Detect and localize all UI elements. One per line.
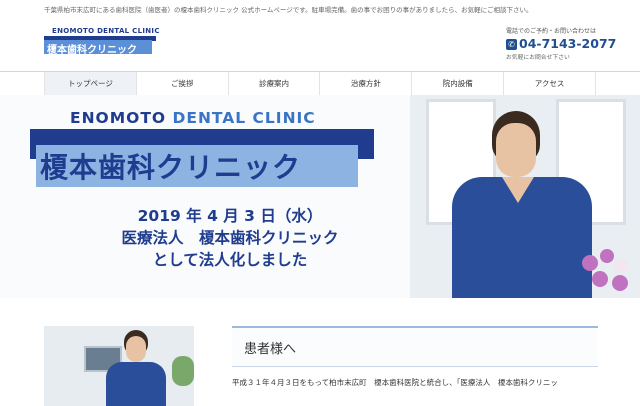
nav-item-policy[interactable]: 治療方針 [319, 72, 411, 96]
nav-item-greeting[interactable]: ご挨拶 [135, 72, 228, 96]
nav-item-top[interactable]: トップページ [44, 72, 136, 96]
nav-item-access[interactable]: アクセス [503, 72, 596, 96]
site-header: ENOMOTO DENTAL CLINIC 榎本歯科クリニック 電話でのご予約・… [0, 16, 640, 71]
doctor-thumbnail-photo [44, 326, 194, 406]
thumb-doctor-scrubs [106, 362, 166, 406]
hero-announcement: 2019 年 4 月 3 日（水） 医療法人 榎本歯科クリニック として法人化し… [40, 205, 420, 271]
notice-bottom-rule [232, 366, 598, 367]
hero-english-title: ENOMOTO DENTAL CLINIC [66, 109, 320, 127]
hero-banner: ENOMOTO DENTAL CLINIC 榎本歯科クリニック 2019 年 4… [0, 95, 640, 298]
phone-icon: ✆ [506, 39, 517, 50]
thumb-doctor-face [126, 336, 146, 362]
logo-english-text: ENOMOTO DENTAL CLINIC [52, 27, 160, 35]
notice-title: 患者様へ [232, 328, 598, 366]
contact-label: 電話でのご予約・お問い合わせは [506, 28, 597, 35]
hero-japanese-title: 榎本歯科クリニック [40, 151, 302, 184]
plant-image [172, 356, 194, 386]
doctor-photo [410, 95, 640, 298]
site-description: 千葉県柏市末広町にある歯科医院（歯医者）の榎本歯科クリニック 公式ホームページで… [44, 6, 533, 14]
main-content: 患者様へ 平成３１年４月３日をもって柏市末広町 榎本歯科医院と統合し、「医療法人… [0, 298, 640, 406]
contact-note: お気軽にお問合せ下さい [506, 55, 570, 61]
global-nav: トップページ ご挨拶 診療案内 治療方針 院内設備 アクセス [0, 71, 640, 97]
phone-number: 04-7143-2077 [519, 36, 617, 51]
top-info-bar: 千葉県柏市末広町にある歯科医院（歯医者）の榎本歯科クリニック 公式ホームページで… [0, 0, 640, 16]
nav-item-facilities[interactable]: 院内設備 [411, 72, 503, 96]
doctor-face [496, 123, 536, 177]
patient-notice: 患者様へ 平成３１年４月３日をもって柏市末広町 榎本歯科医院と統合し、「医療法人… [232, 326, 598, 388]
announcement-statement: として法人化しました [152, 251, 308, 269]
announcement-date: 2019 年 4 月 3 日（水） [137, 207, 323, 225]
site-logo[interactable]: ENOMOTO DENTAL CLINIC 榎本歯科クリニック [44, 27, 159, 56]
announcement-corporation: 医療法人 榎本歯科クリニック [121, 229, 339, 247]
hero-title-enomoto: ENOMOTO [70, 109, 173, 127]
nav-item-services[interactable]: 診療案内 [227, 72, 320, 96]
contact-box: 電話でのご予約・お問い合わせは ✆ 04-7143-2077 お気軽にお問合せ下さ… [506, 26, 616, 61]
notice-body: 平成３１年４月３日をもって柏市末広町 榎本歯科医院と統合し、「医療法人 榎本歯科… [232, 378, 558, 387]
doctor-neck [502, 177, 534, 203]
logo-japanese-text: 榎本歯科クリニック [47, 45, 137, 56]
orchid-flowers [578, 245, 638, 298]
phone-number-link[interactable]: ✆ 04-7143-2077 [506, 36, 616, 51]
hero-title-dental-clinic: DENTAL CLINIC [172, 109, 316, 127]
